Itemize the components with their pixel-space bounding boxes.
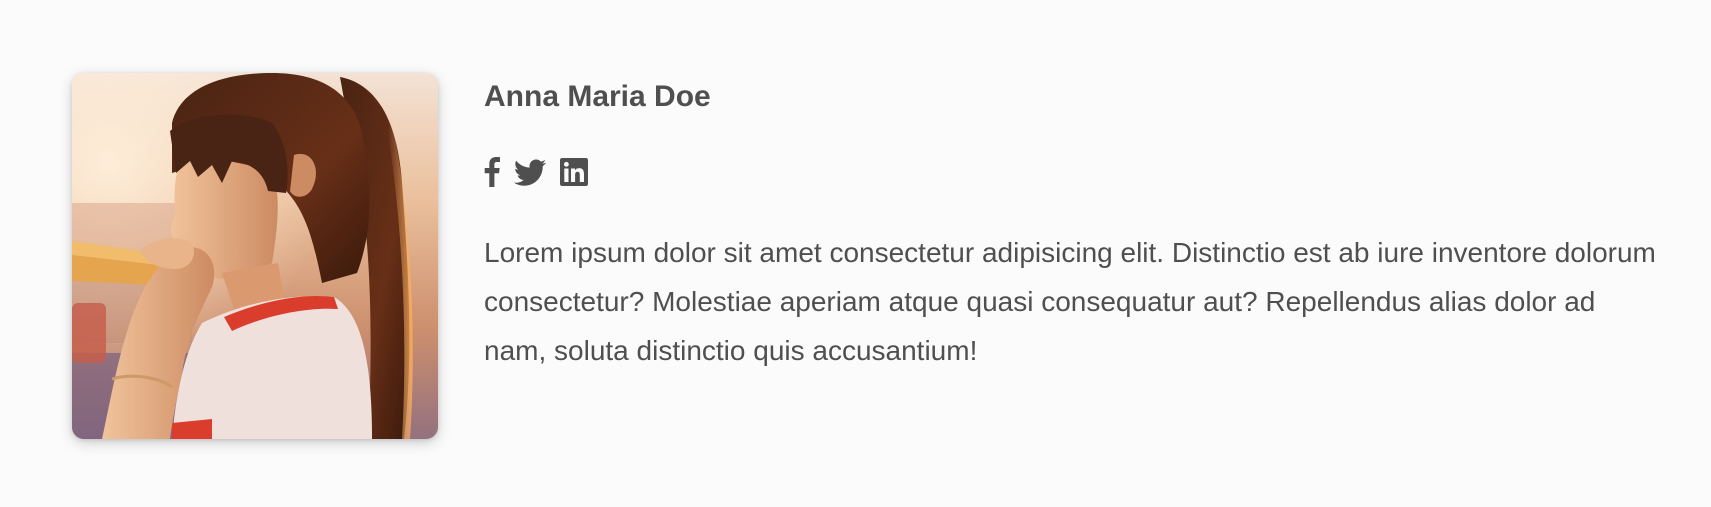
profile-photo	[72, 73, 438, 439]
profile-info: Anna Maria Doe Lorem ipsum dolor sit ame…	[484, 78, 1656, 375]
twitter-link[interactable]	[514, 159, 546, 186]
profile-card: Anna Maria Doe Lorem ipsum dolor sit ame…	[0, 0, 1711, 507]
facebook-link[interactable]	[484, 157, 500, 187]
facebook-icon	[484, 157, 500, 187]
twitter-icon	[514, 159, 546, 186]
linkedin-icon	[560, 158, 588, 186]
profile-name: Anna Maria Doe	[484, 80, 711, 113]
linkedin-link[interactable]	[560, 158, 588, 186]
social-links	[484, 156, 1654, 188]
profile-bio: Lorem ipsum dolor sit amet consectetur a…	[484, 237, 1656, 366]
